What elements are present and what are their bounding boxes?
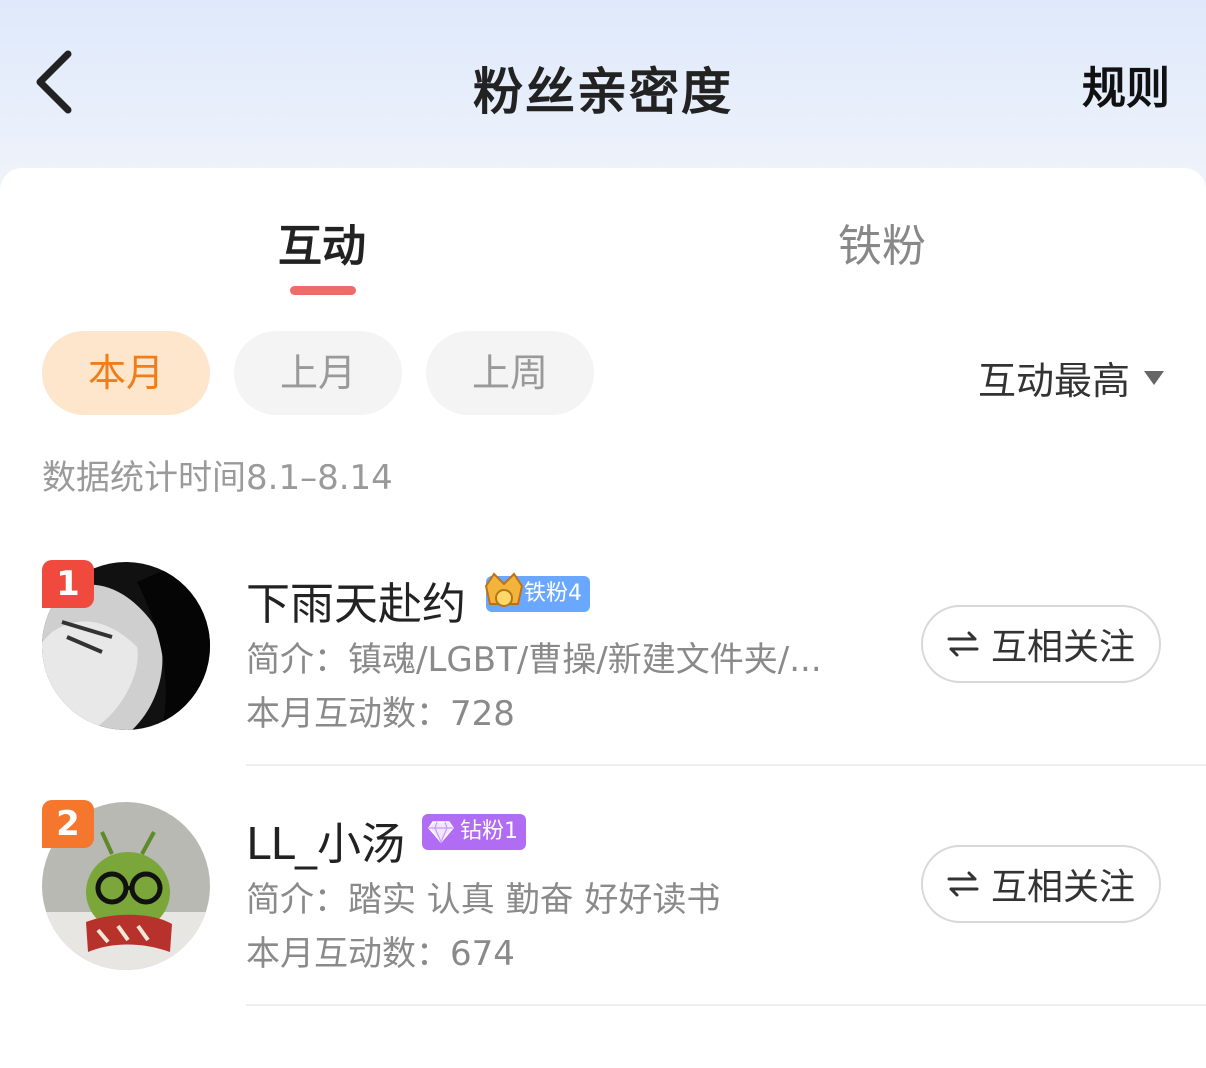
- top-nav-bar: 粉丝亲密度 规则: [0, 0, 1206, 160]
- interaction-count: 本月互动数：728: [246, 694, 515, 734]
- rules-link[interactable]: 规则: [1082, 52, 1170, 116]
- active-tab-indicator: [290, 286, 356, 295]
- filter-this-month[interactable]: 本月: [42, 331, 210, 415]
- rank-badge: 2: [42, 800, 94, 848]
- crown-icon: [484, 572, 524, 607]
- tab-interaction[interactable]: 互动: [278, 210, 366, 274]
- fan-level-badge: 铁粉4: [484, 572, 590, 612]
- filter-last-month[interactable]: 上月: [234, 331, 402, 415]
- row-divider: [246, 1004, 1206, 1006]
- filter-last-week[interactable]: 上周: [426, 331, 594, 415]
- mutual-follow-button[interactable]: 互相关注: [921, 845, 1161, 923]
- sort-dropdown[interactable]: 互动最高: [978, 350, 1164, 405]
- page-title: 粉丝亲密度: [473, 63, 733, 121]
- fan-level-badge: 钻粉1: [422, 814, 526, 850]
- diamond-icon: [428, 821, 454, 844]
- mutual-follow-button[interactable]: 互相关注: [921, 605, 1161, 683]
- fan-bio: 简介：镇魂/LGBT/曹操/新建文件夹/...: [246, 640, 822, 680]
- follow-label: 互相关注: [990, 627, 1135, 668]
- follow-label: 互相关注: [990, 867, 1135, 908]
- rank-badge: 1: [42, 560, 94, 608]
- stat-period-note: 数据统计时间8.1–8.14: [42, 458, 393, 498]
- caret-down-icon: [1144, 370, 1164, 385]
- row-divider: [246, 764, 1206, 766]
- fan-bio: 简介：踏实 认真 勤奋 好好读书: [246, 880, 721, 920]
- tab-iron-fans[interactable]: 铁粉: [838, 210, 926, 274]
- fan-name[interactable]: 下雨天赴约: [246, 568, 466, 632]
- swap-arrows-icon: [947, 871, 979, 897]
- badge-text: 钻粉1: [460, 819, 518, 844]
- interaction-count: 本月互动数：674: [246, 934, 515, 974]
- fan-name[interactable]: LL_小汤: [246, 808, 405, 872]
- swap-arrows-icon: [947, 631, 979, 657]
- sort-label: 互动最高: [977, 359, 1130, 403]
- badge-text: 铁粉4: [524, 581, 582, 606]
